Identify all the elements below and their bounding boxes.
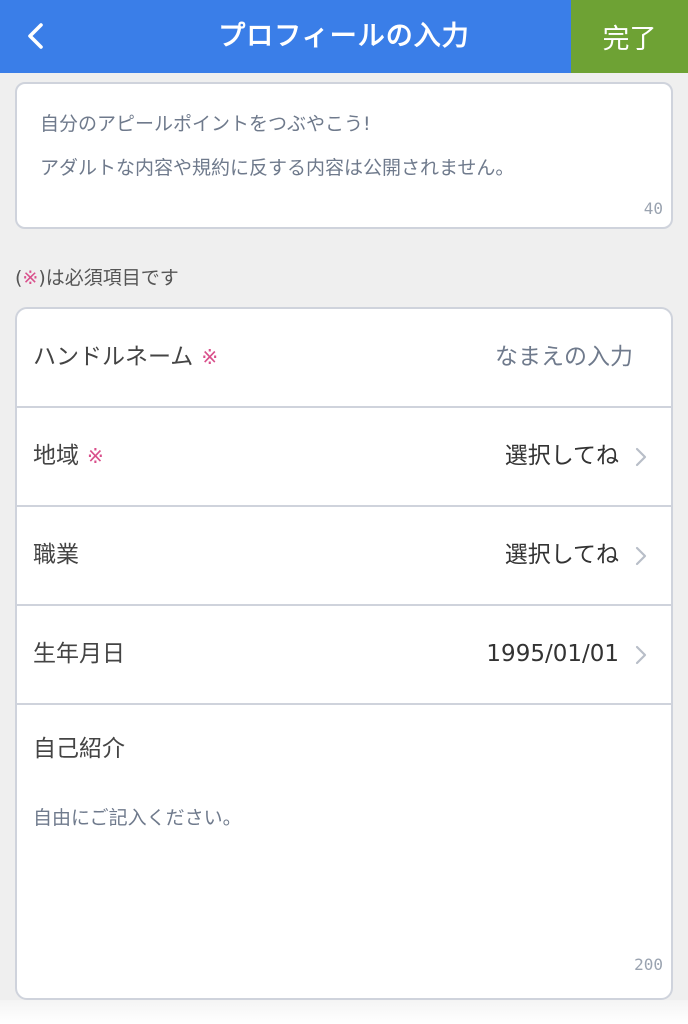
- chevron-right-icon: [635, 447, 647, 467]
- handle-name-input[interactable]: なまえの入力: [495, 309, 633, 406]
- occupation-label: 職業: [33, 542, 79, 568]
- chevron-right-icon: [635, 645, 647, 665]
- back-button[interactable]: [14, 14, 58, 58]
- required-note-text: )は必須項目です: [38, 267, 179, 289]
- self-intro-char-counter: 200: [634, 955, 663, 974]
- done-button[interactable]: 完了: [571, 0, 688, 73]
- appeal-char-counter: 40: [643, 199, 663, 218]
- birthdate-label: 生年月日: [33, 641, 125, 667]
- self-intro-textarea[interactable]: 自由にご記入ください。: [33, 803, 242, 830]
- region-row[interactable]: 地域 ※ 選択してね: [17, 408, 671, 507]
- handle-name-row[interactable]: ハンドルネーム ※ なまえの入力: [17, 309, 671, 408]
- region-label-text: 地域: [33, 443, 79, 469]
- self-intro-label: 自己紹介: [33, 736, 125, 762]
- app-header: プロフィールの入力 完了: [0, 0, 688, 73]
- profile-form: ハンドルネーム ※ なまえの入力 地域 ※ 選択してね 職業 選択してね 生年月日 …: [15, 307, 673, 1000]
- bottom-bar: [0, 1000, 688, 1024]
- chevron-right-icon: [635, 546, 647, 566]
- birthdate-value[interactable]: 1995/01/01: [486, 606, 619, 703]
- appeal-placeholder-line1: 自分のアピールポイントをつぶやこう!: [40, 113, 371, 135]
- appeal-textarea[interactable]: 自分のアピールポイントをつぶやこう! アダルトな内容や規約に反する内容は公開され…: [15, 82, 673, 229]
- required-mark: ※: [22, 267, 39, 289]
- required-mark: ※: [87, 444, 104, 468]
- occupation-row[interactable]: 職業 選択してね: [17, 507, 671, 606]
- appeal-placeholder-line2: アダルトな内容や規約に反する内容は公開されません。: [40, 157, 515, 179]
- required-mark: ※: [201, 345, 219, 369]
- region-label: 地域 ※: [33, 408, 104, 505]
- region-select-value[interactable]: 選択してね: [505, 408, 619, 505]
- birthdate-row[interactable]: 生年月日 1995/01/01: [17, 606, 671, 705]
- occupation-select-value[interactable]: 選択してね: [505, 507, 619, 604]
- required-fields-note: (※)は必須項目です: [15, 263, 179, 290]
- handle-name-label: ハンドルネーム ※: [33, 309, 218, 406]
- chevron-left-icon: [28, 23, 43, 49]
- handle-name-label-text: ハンドルネーム: [33, 344, 194, 370]
